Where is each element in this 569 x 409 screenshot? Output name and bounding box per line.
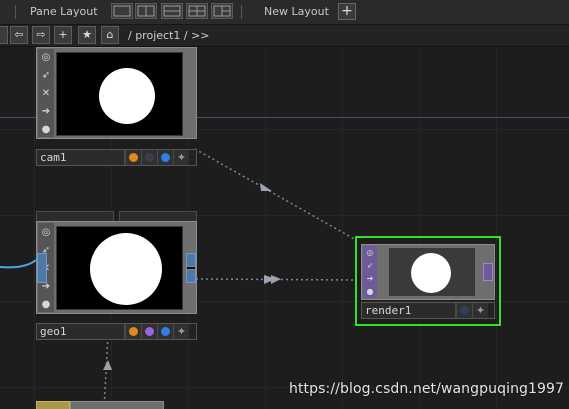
bookmark-button[interactable]: ★ (78, 26, 96, 44)
wire-arrow-icon (260, 183, 272, 191)
layout-split-horizontal-button[interactable] (161, 3, 183, 19)
network-path[interactable]: / project1 / >> (128, 29, 210, 42)
export-icon[interactable]: ➔ (39, 104, 53, 119)
node-viewer (56, 52, 183, 136)
flag-dot (129, 153, 138, 162)
node-footer: render1 ✦ (361, 302, 495, 319)
watermark: https://blog.csdn.net/wangpuqing1997 (289, 381, 565, 397)
layout-three-pane-icon (213, 5, 231, 17)
back-button[interactable]: ⇦ (10, 26, 28, 44)
node-footer: geo1 ✦ (36, 323, 197, 340)
camera-wire (194, 148, 357, 241)
node-name[interactable]: cam1 (37, 150, 125, 165)
node-body (70, 401, 164, 409)
comp-flag[interactable] (125, 324, 141, 339)
geo1-node[interactable]: ◎ ➶ ✕ ➔ ● geo1 ✦ (36, 211, 198, 343)
network-editor-canvas[interactable]: ◎ ➶ ✕ ➔ ● cam1 ✦ ◎ ➶ ✕ ➔ (0, 47, 569, 409)
forward-button[interactable]: ⇨ (32, 26, 50, 44)
viewer-flag[interactable] (456, 303, 472, 318)
node-name[interactable]: geo1 (37, 324, 125, 339)
render1-node[interactable]: ◎ ➶ ➔ ● render1 ✦ (355, 236, 501, 326)
bypass-icon[interactable]: ✕ (39, 86, 53, 101)
viewer-toggle-icon[interactable]: ◎ (39, 50, 53, 65)
comp-flag[interactable] (157, 150, 173, 165)
node-body[interactable]: ◎ ➶ ✕ ➔ ● (36, 47, 197, 139)
flag-dot (161, 327, 170, 336)
collapse-button[interactable] (0, 26, 8, 44)
layout-single-icon (113, 5, 131, 17)
pane-layout-bar: Pane Layout New Layout + (0, 0, 569, 25)
pane-layout-label: Pane Layout (30, 5, 98, 18)
layout-split-horizontal-icon (163, 5, 181, 17)
layout-single-button[interactable] (111, 3, 133, 19)
back-arrow-icon: ⇦ (14, 28, 24, 41)
node-name[interactable]: render1 (362, 303, 456, 318)
node-body[interactable]: ◎ ➶ ➔ ● (361, 244, 495, 300)
child-wire (103, 334, 109, 409)
comp-flag[interactable] (157, 324, 173, 339)
new-layout-label: New Layout (264, 5, 329, 18)
forward-arrow-icon: ⇨ (36, 28, 46, 41)
layout-three-pane-button[interactable] (211, 3, 233, 19)
layout-split-vertical-icon (137, 5, 155, 17)
node-viewer (389, 248, 475, 296)
edit-icon[interactable]: ➶ (364, 259, 376, 272)
comp-flag[interactable] (141, 324, 157, 339)
cam1-node[interactable]: ◎ ➶ ✕ ➔ ● cam1 ✦ (36, 47, 198, 169)
comp-input-connector[interactable] (37, 253, 47, 283)
sphere-preview (99, 68, 155, 124)
pin-icon[interactable]: ✦ (173, 324, 189, 339)
flag-dot (460, 306, 469, 315)
node-body (36, 401, 70, 409)
edit-icon[interactable]: ➶ (39, 68, 53, 83)
node-footer: cam1 ✦ (36, 149, 197, 166)
lock-icon[interactable]: ● (39, 297, 53, 312)
home-icon: ⌂ (106, 28, 114, 41)
node-toolbar: ◎ ➶ ✕ ➔ ● (38, 49, 54, 137)
flag-dot (145, 327, 154, 336)
home-button[interactable]: ⌂ (101, 26, 119, 44)
lock-icon[interactable]: ● (364, 285, 376, 298)
star-icon: ★ (82, 28, 92, 41)
layout-split-vertical-button[interactable] (135, 3, 157, 19)
separator (15, 5, 16, 19)
sphere-preview (90, 233, 162, 305)
partial-node[interactable] (36, 401, 166, 409)
viewer-toggle-icon[interactable]: ◎ (364, 246, 376, 259)
render-preview-disc (411, 253, 451, 293)
export-icon[interactable]: ➔ (364, 272, 376, 285)
viewer-toggle-icon[interactable]: ◎ (39, 225, 53, 240)
incoming-comp-wire (0, 259, 37, 269)
flag-dot (145, 153, 154, 162)
wire-arrow-icon (103, 360, 112, 370)
comp-flag[interactable] (141, 150, 157, 165)
layout-quad-button[interactable] (186, 3, 208, 19)
wire-arrow-icon (271, 275, 281, 284)
lock-icon[interactable]: ● (39, 122, 53, 137)
separator (241, 5, 242, 19)
comp-flag[interactable] (125, 150, 141, 165)
top-output-connector[interactable] (483, 263, 493, 281)
node-body[interactable]: ◎ ➶ ✕ ➔ ● (36, 221, 197, 314)
pin-icon[interactable]: ✦ (173, 150, 189, 165)
plus-icon: + (58, 28, 68, 41)
add-operator-button[interactable]: + (54, 26, 72, 44)
node-viewer (56, 226, 183, 310)
pin-icon[interactable]: ✦ (472, 303, 488, 318)
network-path-bar: ⇦ ⇨ + ★ ⌂ / project1 / >> (0, 25, 569, 47)
obj-output-connector[interactable] (186, 266, 196, 270)
node-toolbar: ◎ ➶ ➔ ● (363, 246, 377, 298)
new-layout-add-button[interactable]: + (338, 3, 356, 20)
flag-dot (129, 327, 138, 336)
layout-quad-icon (188, 5, 206, 17)
flag-dot (161, 153, 170, 162)
